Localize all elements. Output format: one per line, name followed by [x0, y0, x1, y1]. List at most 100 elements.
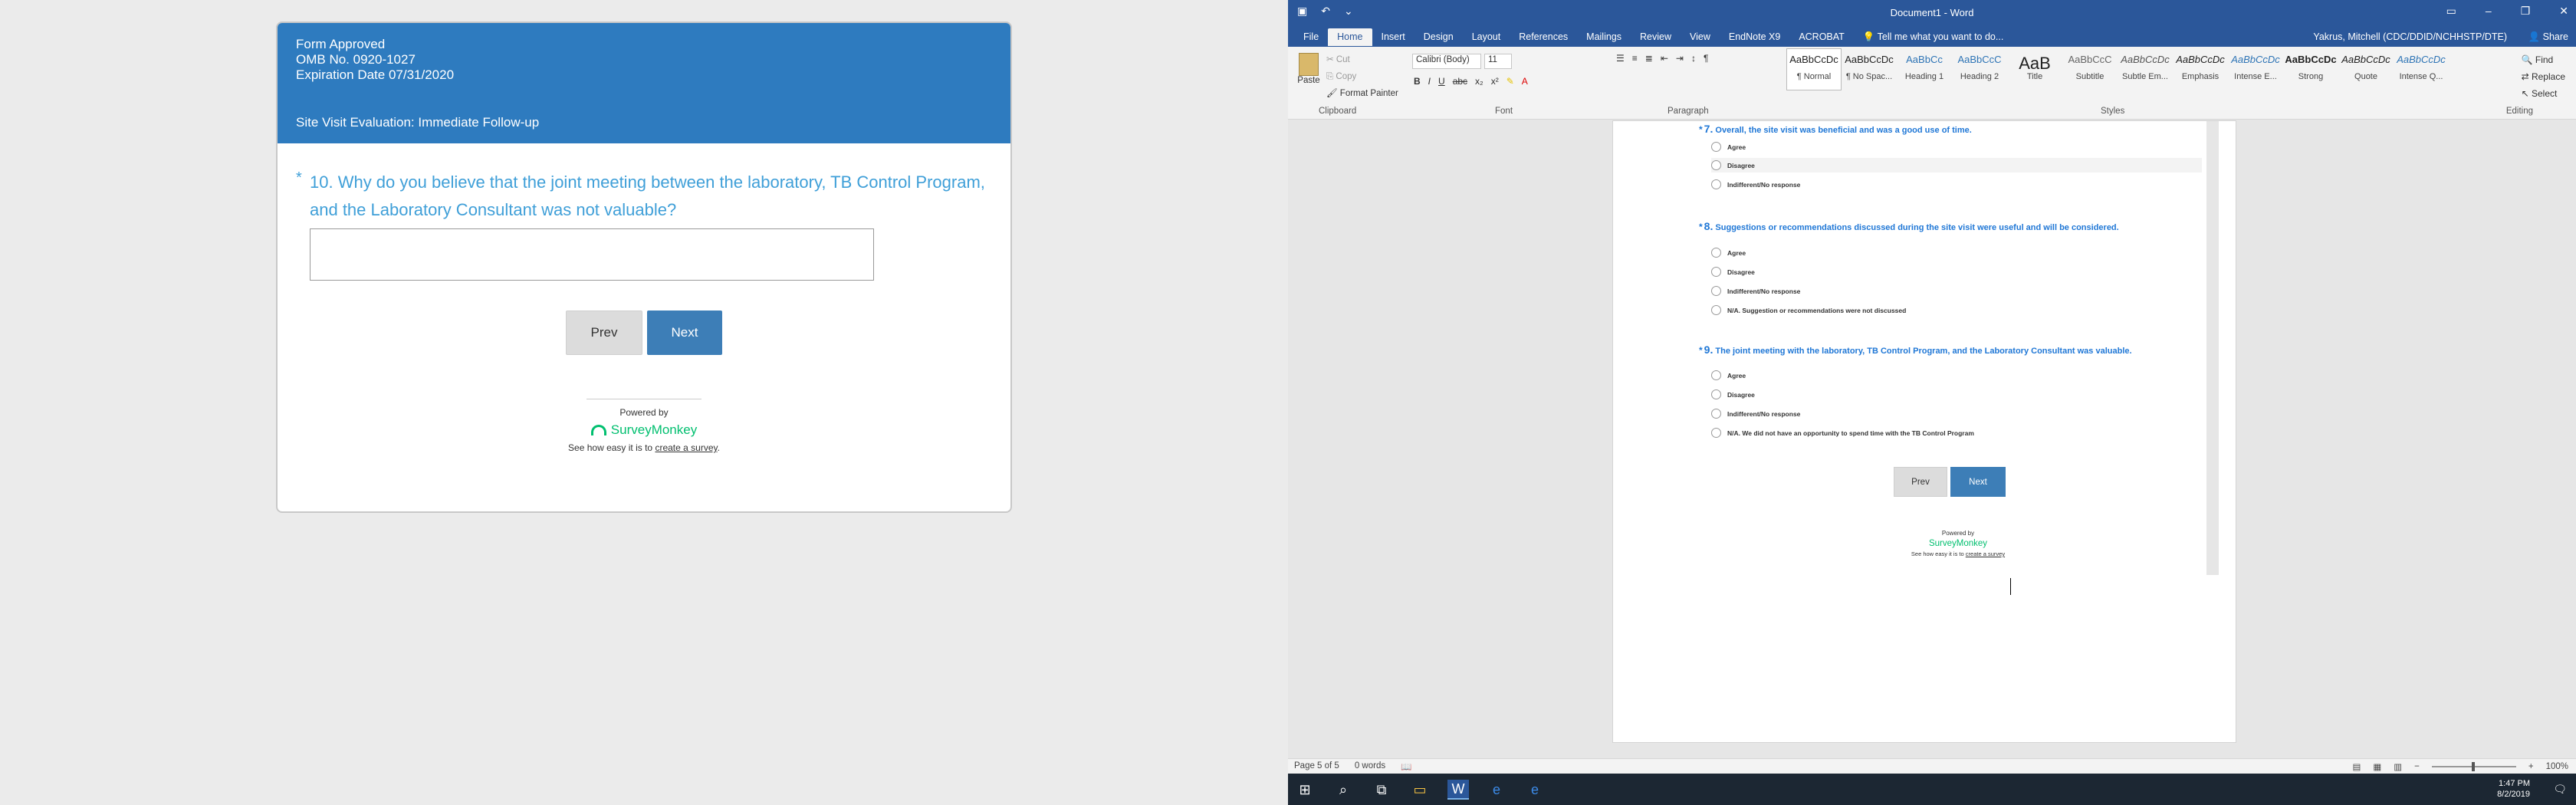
style-quote[interactable]: AaBbCcDc Quote: [2338, 48, 2394, 90]
word-window: ▣ ↶ ⌄ Document1 - Word ▭ – ❐ ✕ File Home…: [1288, 0, 2576, 805]
option-label: N/A. We did not have an opportunity to s…: [1727, 429, 1974, 437]
bullets-icon[interactable]: ☰: [1616, 53, 1625, 64]
word-app-icon[interactable]: W: [1447, 780, 1469, 800]
highlight-icon[interactable]: ✎: [1506, 76, 1514, 87]
q8-option[interactable]: Disagree: [1711, 267, 1755, 277]
increase-indent-icon[interactable]: ⇥: [1676, 53, 1684, 64]
answer-textbox[interactable]: [310, 228, 874, 281]
q7-option[interactable]: Agree: [1711, 142, 1746, 152]
style-intense-quote[interactable]: AaBbCcDc Intense Q...: [2394, 48, 2449, 90]
file-explorer-icon[interactable]: ▭: [1409, 780, 1431, 800]
q9-option[interactable]: Disagree: [1711, 389, 1755, 399]
style-emphasis[interactable]: AaBbCcDc Emphasis: [2173, 48, 2228, 90]
style-title[interactable]: AaB Title: [2007, 48, 2062, 90]
system-clock[interactable]: 1:47 PM 8/2/2019: [2497, 778, 2530, 800]
pilcrow-icon[interactable]: ¶: [1704, 53, 1708, 64]
survey-header: Form Approved OMB No. 0920-1027 Expirati…: [278, 23, 1010, 143]
tab-file[interactable]: File: [1294, 28, 1328, 46]
select-button[interactable]: ↖ Select: [2522, 85, 2565, 102]
style-heading-2[interactable]: AaBbCcC Heading 2: [1952, 48, 2007, 90]
surveymonkey-logo[interactable]: SurveyMonkey: [278, 422, 1010, 438]
word-count[interactable]: 0 words: [1355, 761, 1385, 772]
tab-endnote[interactable]: EndNote X9: [1720, 28, 1789, 46]
zoom-out-icon[interactable]: −: [2414, 762, 2420, 771]
zoom-level[interactable]: 100%: [2546, 762, 2568, 771]
prev-button[interactable]: Prev: [566, 310, 642, 355]
maximize-icon[interactable]: ❐: [2521, 5, 2531, 18]
option-label: Disagree: [1727, 268, 1755, 276]
close-icon[interactable]: ✕: [2559, 5, 2568, 18]
tab-layout[interactable]: Layout: [1463, 28, 1510, 46]
share-label: Share: [2542, 31, 2568, 42]
page-count[interactable]: Page 5 of 5: [1294, 761, 1339, 772]
scissors-icon: ✂: [1326, 55, 1336, 64]
tab-references[interactable]: References: [1510, 28, 1577, 46]
next-button[interactable]: Next: [647, 310, 722, 355]
tab-view[interactable]: View: [1681, 28, 1720, 46]
style-strong[interactable]: AaBbCcDc Strong: [2283, 48, 2338, 90]
bold-icon[interactable]: B: [1414, 76, 1421, 87]
notification-icon[interactable]: 🗨: [2553, 783, 2567, 796]
ribbon-options-icon[interactable]: ▭: [2446, 5, 2456, 18]
print-layout-icon[interactable]: ▦: [2373, 761, 2381, 772]
zoom-thumb[interactable]: [2471, 762, 2475, 771]
zoom-in-icon[interactable]: +: [2528, 762, 2534, 771]
paste-button[interactable]: Paste: [1296, 53, 1322, 85]
q9-option[interactable]: Agree: [1711, 370, 1746, 380]
user-name[interactable]: Yakrus, Mitchell (CDC/DDID/NCHHSTP/DTE): [2313, 31, 2507, 42]
multilevel-icon[interactable]: ≣: [1645, 53, 1653, 64]
tell-me-box[interactable]: 💡 Tell me what you want to do...: [1854, 28, 2013, 46]
copy-button[interactable]: ⎘ Copy: [1326, 68, 1398, 85]
style-normal[interactable]: AaBbCcDc ¶ Normal: [1786, 48, 1842, 90]
task-view-icon[interactable]: ⧉: [1371, 780, 1392, 800]
read-mode-icon[interactable]: ▤: [2353, 761, 2361, 772]
style-subtle-emphasis[interactable]: AaBbCcDc Subtle Em...: [2118, 48, 2173, 90]
ie-icon[interactable]: e: [1524, 780, 1546, 800]
italic-icon[interactable]: I: [1428, 76, 1431, 87]
sort-icon[interactable]: ↕: [1691, 53, 1696, 64]
q9-option[interactable]: Indifferent/No response: [1711, 409, 1800, 419]
q8-option[interactable]: Indifferent/No response: [1711, 286, 1800, 296]
document-page[interactable]: * 7. Overall, the site visit was benefici…: [1612, 120, 2236, 743]
search-icon[interactable]: ⌕: [1332, 780, 1354, 800]
style-intense-emphasis[interactable]: AaBbCcDc Intense E...: [2228, 48, 2283, 90]
format-painter-button[interactable]: 🖌 Format Painter: [1326, 85, 1398, 102]
tab-review[interactable]: Review: [1631, 28, 1681, 46]
q8-option[interactable]: Agree: [1711, 248, 1746, 258]
proofing-icon[interactable]: 📖: [1401, 761, 1411, 772]
q7-option[interactable]: Disagree: [1711, 158, 2202, 172]
style-heading-1[interactable]: AaBbCc Heading 1: [1897, 48, 1952, 90]
web-layout-icon[interactable]: ▥: [2394, 761, 2402, 772]
tab-mailings[interactable]: Mailings: [1577, 28, 1631, 46]
document-area: * 7. Overall, the site visit was benefici…: [1288, 120, 2576, 758]
format-painter-label: Format Painter: [1339, 89, 1398, 98]
tab-acrobat[interactable]: ACROBAT: [1789, 28, 1854, 46]
numbering-icon[interactable]: ≡: [1632, 53, 1638, 64]
minimize-icon[interactable]: –: [2486, 5, 2492, 18]
share-button[interactable]: 👤 Share: [2528, 31, 2568, 43]
superscript-icon[interactable]: x²: [1491, 76, 1499, 87]
style-name: Quote: [2354, 72, 2377, 81]
create-survey-link[interactable]: create a survey: [655, 442, 717, 453]
decrease-indent-icon[interactable]: ⇤: [1661, 53, 1668, 64]
strikethrough-icon[interactable]: abc: [1453, 76, 1467, 87]
start-icon[interactable]: ⊞: [1294, 780, 1316, 800]
tab-design[interactable]: Design: [1414, 28, 1463, 46]
q8-option[interactable]: N/A. Suggestion or recommendations were …: [1711, 305, 1906, 315]
font-name-select[interactable]: Calibri (Body): [1412, 54, 1481, 69]
font-size-select[interactable]: 11: [1484, 54, 1512, 69]
find-button[interactable]: 🔍 Find: [2522, 51, 2565, 68]
font-color-icon[interactable]: A: [1522, 76, 1528, 87]
style-no-spacing[interactable]: AaBbCcDc ¶ No Spac...: [1842, 48, 1897, 90]
q9-option[interactable]: N/A. We did not have an opportunity to s…: [1711, 428, 1974, 438]
q7-option[interactable]: Indifferent/No response: [1711, 179, 1800, 189]
replace-button[interactable]: ⇄ Replace: [2522, 68, 2565, 85]
underline-icon[interactable]: U: [1438, 76, 1445, 87]
style-subtitle[interactable]: AaBbCcC Subtitle: [2062, 48, 2118, 90]
subscript-icon[interactable]: x₂: [1475, 76, 1484, 87]
edge-icon[interactable]: e: [1486, 780, 1507, 800]
tab-insert[interactable]: Insert: [1372, 28, 1414, 46]
cut-button[interactable]: ✂ Cut: [1326, 51, 1398, 68]
tab-home[interactable]: Home: [1328, 28, 1372, 46]
zoom-slider[interactable]: [2431, 762, 2516, 771]
